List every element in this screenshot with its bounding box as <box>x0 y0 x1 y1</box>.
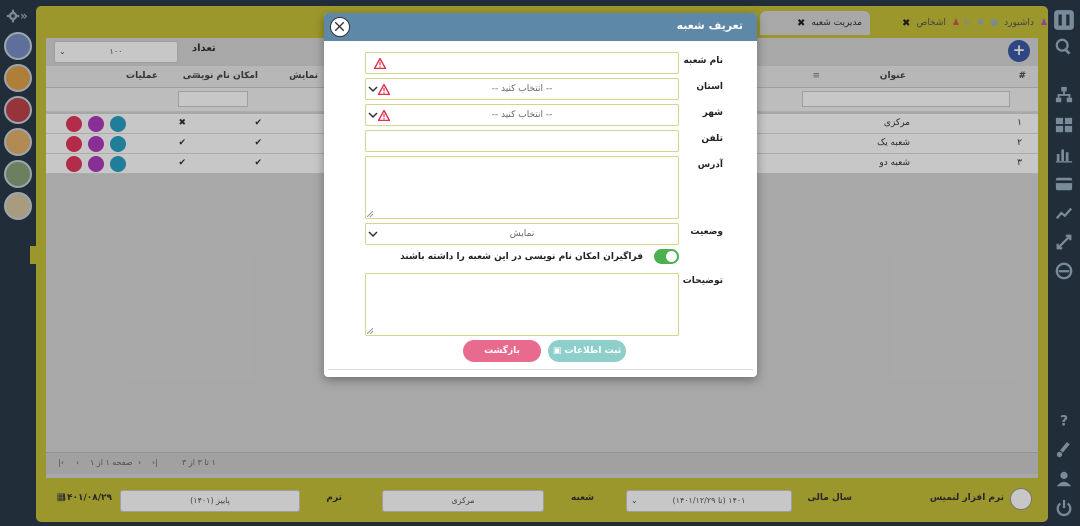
province-label: استان <box>696 82 723 92</box>
warning-icon <box>374 58 386 69</box>
define-branch-modal: تعریف شعبه نام شعبه استان -- انتخاب کنید… <box>324 13 757 377</box>
province-placeholder: -- انتخاب کنید -- <box>491 84 553 94</box>
address-textarea[interactable] <box>365 156 679 219</box>
description-textarea[interactable] <box>365 273 679 336</box>
status-label: وضعیت <box>690 227 723 237</box>
registration-toggle-label: فراگیران امکان نام نویسی در این شعبه را … <box>400 252 643 262</box>
save-button[interactable]: ▣ ثبت اطلاعات <box>548 340 626 362</box>
warning-icon <box>378 84 390 95</box>
chevron-down-icon <box>368 86 378 93</box>
description-label: توضیحات <box>682 276 723 286</box>
province-select[interactable]: -- انتخاب کنید -- <box>365 78 679 100</box>
city-label: شهر <box>702 108 723 118</box>
city-select[interactable]: -- انتخاب کنید -- <box>365 104 679 126</box>
warning-icon <box>378 110 390 121</box>
modal-title: تعریف شعبه <box>676 19 743 32</box>
phone-input[interactable] <box>365 130 679 152</box>
floppy-disk-icon: ▣ <box>552 346 565 356</box>
chevron-down-icon <box>368 231 378 238</box>
branch-name-input[interactable] <box>365 52 679 74</box>
phone-label: تلفن <box>701 134 723 144</box>
address-label: آدرس <box>697 160 723 170</box>
toggle-knob <box>666 251 677 262</box>
modal-footer-divider <box>328 369 753 370</box>
status-value: نمایش <box>509 229 535 239</box>
modal-header: تعریف شعبه <box>324 13 757 41</box>
city-placeholder: -- انتخاب کنید -- <box>491 110 553 120</box>
name-label: نام شعبه <box>683 56 723 66</box>
save-button-label: ثبت اطلاعات <box>564 346 622 356</box>
chevron-down-icon <box>368 112 378 119</box>
resize-handle-icon[interactable] <box>367 211 373 217</box>
resize-handle-icon[interactable] <box>367 328 373 334</box>
back-button-label: بازگشت <box>484 346 520 356</box>
status-select[interactable]: نمایش <box>365 223 679 245</box>
back-button[interactable]: بازگشت <box>463 340 541 362</box>
registration-toggle[interactable] <box>654 249 679 264</box>
close-icon[interactable] <box>330 17 350 37</box>
